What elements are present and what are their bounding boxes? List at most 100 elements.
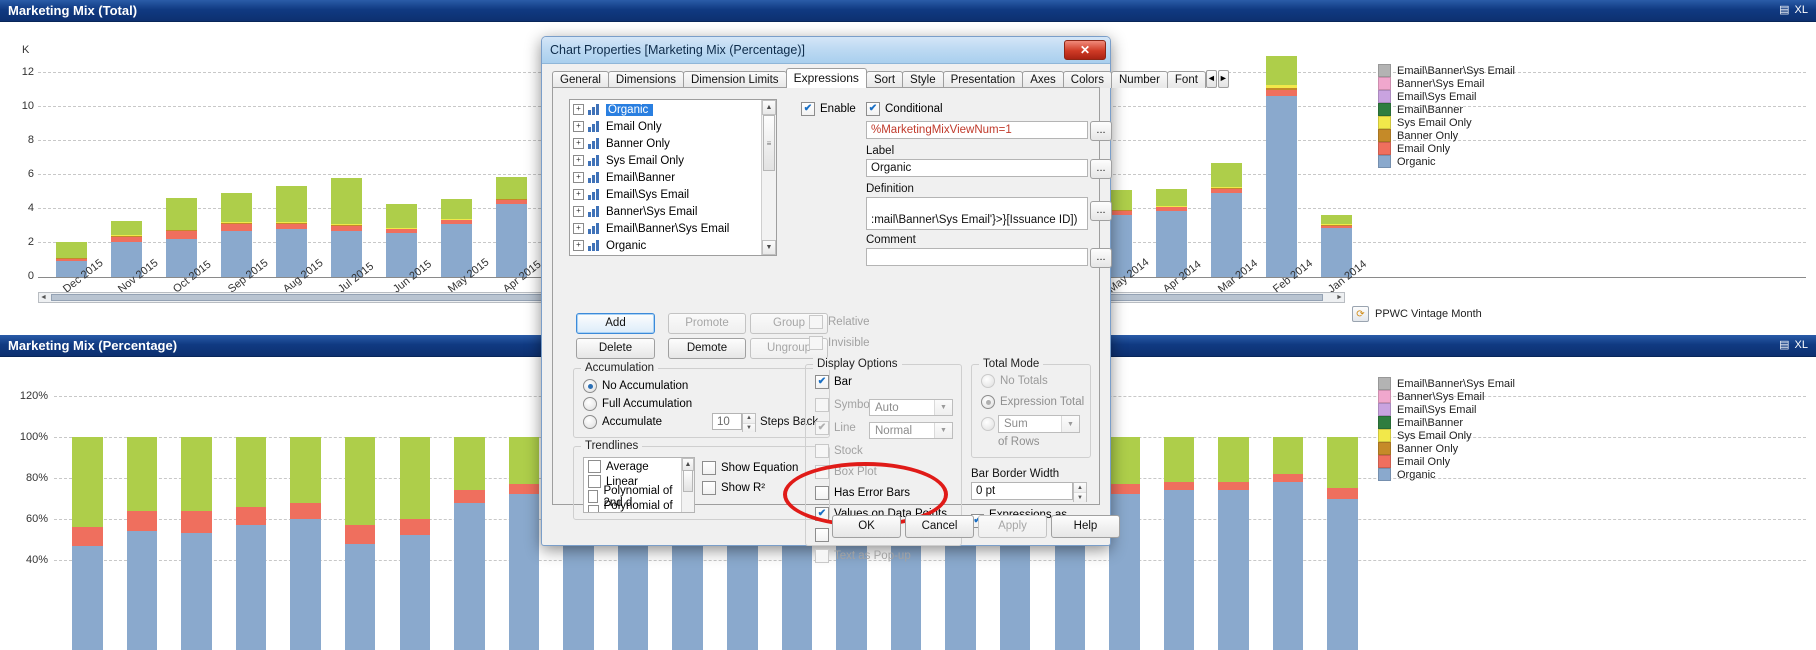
label-input[interactable]: Organic — [866, 159, 1088, 177]
expand-icon[interactable]: + — [573, 223, 584, 234]
definition-input[interactable]: :mail\Banner\Sys Email'}>}[Issuance ID]) — [866, 197, 1088, 230]
radio-expression-total[interactable]: Expression Total — [981, 395, 1084, 409]
export-xl-icon[interactable]: XL — [1795, 0, 1808, 21]
expand-icon[interactable]: + — [573, 121, 584, 132]
cancel-button[interactable]: Cancel — [905, 515, 974, 538]
checkbox-line[interactable]: ✔Line — [815, 421, 856, 435]
checkbox-invisible[interactable]: Invisible — [809, 336, 870, 350]
promote-button[interactable]: Promote — [668, 313, 746, 334]
legend-item[interactable]: Sys Email Only — [1378, 429, 1515, 442]
refresh-icon[interactable]: ⟳ — [1352, 306, 1369, 322]
checkbox-text-as-pop-up[interactable]: Text as Pop-up — [815, 549, 911, 563]
checkbox-has-error-bars[interactable]: Has Error Bars — [815, 486, 910, 500]
bar[interactable] — [509, 396, 540, 650]
conditional-input[interactable]: %MarketingMixViewNum=1 — [866, 121, 1088, 139]
legend-item[interactable]: Email Only — [1378, 142, 1515, 155]
legend-item[interactable]: Email\Sys Email — [1378, 403, 1515, 416]
steps-back-spinner[interactable]: ▲ ▼ — [742, 413, 756, 432]
expand-icon[interactable]: + — [573, 104, 584, 115]
export-xl-icon[interactable]: XL — [1795, 335, 1808, 356]
bar[interactable] — [441, 199, 473, 277]
help-button[interactable]: Help — [1051, 515, 1120, 538]
delete-button[interactable]: Delete — [576, 338, 655, 359]
demote-button[interactable]: Demote — [668, 338, 746, 359]
checkbox-bar[interactable]: ✔Bar — [815, 375, 852, 389]
bar[interactable] — [1266, 56, 1298, 277]
checkbox-stock[interactable]: Stock — [815, 444, 863, 458]
radio-full-accumulation[interactable]: Full Accumulation — [583, 397, 692, 411]
scroll-thumb[interactable] — [683, 470, 693, 492]
expression-item[interactable]: +Organic — [570, 101, 761, 118]
bar[interactable] — [290, 396, 321, 650]
expression-list[interactable]: +Organic+Email Only+Banner Only+Sys Emai… — [569, 99, 777, 256]
expression-item[interactable]: +Organic — [570, 237, 761, 254]
tab-next-icon[interactable]: ► — [1218, 70, 1229, 88]
legend-item[interactable]: Email Only — [1378, 455, 1515, 468]
expand-icon[interactable]: + — [573, 240, 584, 251]
trendlines-scrollbar[interactable]: ▲ — [681, 458, 694, 512]
checkbox-show-r2[interactable]: Show R² — [702, 481, 765, 495]
scroll-left-icon[interactable]: ◄ — [39, 294, 48, 301]
expression-item[interactable]: +Banner Only — [570, 135, 761, 152]
radio-no-accumulation[interactable]: No Accumulation — [583, 379, 688, 393]
tab-colors[interactable]: Colors — [1063, 71, 1112, 88]
bar[interactable] — [221, 193, 253, 277]
grid-icon[interactable]: ▤ — [1779, 335, 1789, 356]
tab-general[interactable]: General — [552, 71, 609, 88]
dialog-tabs[interactable]: GeneralDimensionsDimension LimitsExpress… — [552, 69, 1100, 88]
tab-style[interactable]: Style — [902, 71, 944, 88]
expand-icon[interactable]: + — [573, 172, 584, 183]
tab-prev-icon[interactable]: ◄ — [1206, 70, 1217, 88]
expression-item[interactable]: +Email\Banner\Sys Email — [570, 220, 761, 237]
bar[interactable] — [1218, 396, 1249, 650]
checkbox-enable[interactable]: ✔ Enable — [801, 102, 856, 116]
checkbox-symbol[interactable]: Symbol — [815, 398, 872, 412]
spin-up-icon[interactable]: ▲ — [743, 414, 755, 424]
checkbox-box[interactable] — [588, 475, 601, 488]
expression-list-scrollbar[interactable]: ▲ ≡ ▼ — [761, 100, 776, 255]
expand-icon[interactable]: + — [573, 155, 584, 166]
expand-icon[interactable]: + — [573, 138, 584, 149]
bar[interactable] — [236, 396, 267, 650]
scroll-down-icon[interactable]: ▼ — [762, 240, 776, 255]
trendline-item[interactable]: Average — [584, 459, 681, 474]
checkbox-box[interactable] — [588, 490, 598, 503]
checkbox-conditional[interactable]: ✔ Conditional — [866, 102, 943, 116]
legend-item[interactable]: Email\Banner — [1378, 103, 1515, 116]
checkbox-relative[interactable]: Relative — [809, 315, 870, 329]
bar[interactable] — [1327, 396, 1358, 650]
checkbox-box[interactable] — [588, 460, 601, 473]
label-ellipsis-button[interactable]: ... — [1090, 159, 1112, 179]
line-combo[interactable]: Normal ▼ — [869, 422, 953, 439]
expression-item[interactable]: +Sys Email Only — [570, 152, 761, 169]
legend-item[interactable]: Banner Only — [1378, 129, 1515, 142]
expression-item[interactable]: +Email Only — [570, 118, 761, 135]
symbol-combo[interactable]: Auto ▼ — [869, 399, 953, 416]
legend-item[interactable]: Organic — [1378, 155, 1515, 168]
spin-up-icon[interactable]: ▲ — [1074, 483, 1086, 493]
checkbox-show-equation[interactable]: Show Equation — [702, 461, 798, 475]
legend-item[interactable]: Organic — [1378, 468, 1515, 481]
bar[interactable] — [496, 177, 528, 277]
comment-input[interactable] — [866, 248, 1088, 266]
expand-icon[interactable]: + — [573, 189, 584, 200]
radio-accumulate[interactable]: Accumulate — [583, 415, 662, 429]
legend-item[interactable]: Banner Only — [1378, 442, 1515, 455]
spin-down-icon[interactable]: ▼ — [1074, 493, 1086, 502]
bar[interactable] — [1211, 163, 1243, 277]
legend-item[interactable]: Sys Email Only — [1378, 116, 1515, 129]
scroll-right-icon[interactable]: ► — [1335, 294, 1344, 301]
aggregation-combo[interactable]: Sum ▼ — [998, 415, 1080, 433]
steps-back-input[interactable]: 10 — [712, 413, 742, 430]
checkbox-box-plot[interactable]: Box Plot — [815, 465, 877, 479]
chevron-down-icon[interactable]: ▼ — [1061, 416, 1079, 432]
tab-axes[interactable]: Axes — [1022, 71, 1064, 88]
tab-dimension-limits[interactable]: Dimension Limits — [683, 71, 787, 88]
bar[interactable] — [1273, 396, 1304, 650]
ok-button[interactable]: OK — [832, 515, 901, 538]
bar[interactable] — [1156, 189, 1188, 277]
tab-expressions[interactable]: Expressions — [786, 68, 867, 88]
legend-item[interactable]: Email\Banner — [1378, 416, 1515, 429]
bar[interactable] — [127, 396, 158, 650]
dialog-titlebar[interactable]: Chart Properties [Marketing Mix (Percent… — [542, 37, 1110, 64]
